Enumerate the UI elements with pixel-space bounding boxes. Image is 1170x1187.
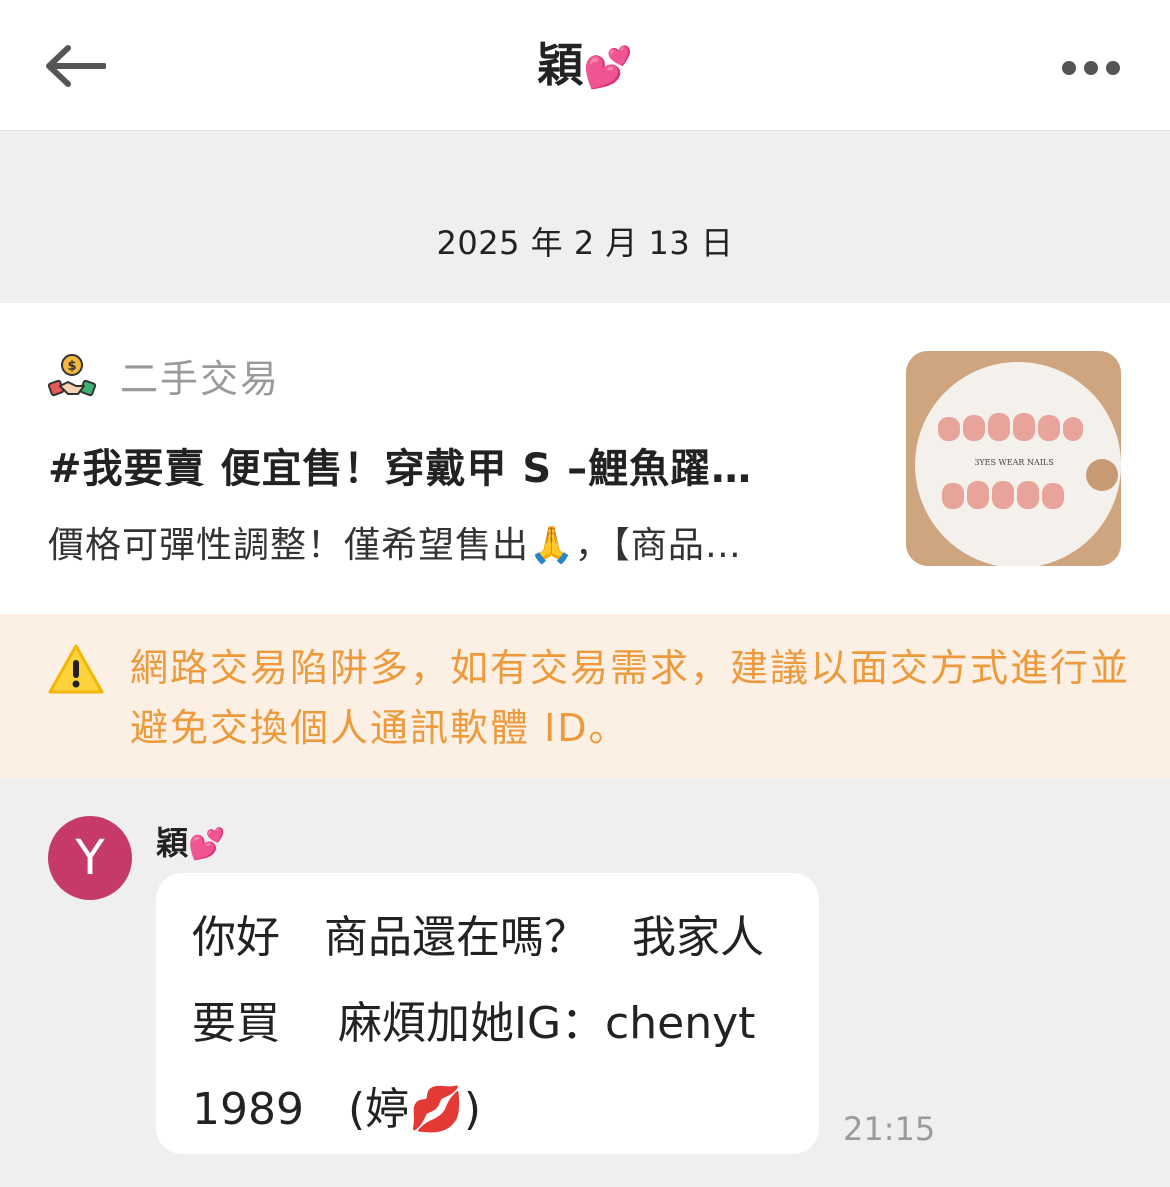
more-options-button[interactable] — [1056, 48, 1126, 88]
post-excerpt: 價格可彈性調整！僅希望售出🙏，【商品… — [48, 525, 742, 566]
back-button[interactable] — [40, 38, 110, 94]
sender-avatar[interactable]: Y — [48, 816, 132, 900]
date-band — [0, 131, 1170, 303]
message-bubble[interactable]: 你好 商品還在嗎？ 我家人要買 麻煩加她IG：chenyt1989 (婷💋) — [156, 873, 819, 1154]
sender-name: 穎💕 — [156, 818, 225, 864]
post-thumbnail[interactable]: 3YES WEAR NAILS — [906, 351, 1121, 566]
top-bar: 穎💕 — [0, 0, 1170, 131]
post-category: $ 二手交易 — [48, 348, 280, 403]
more-horizontal-icon — [1062, 61, 1120, 75]
thumbnail-brand-text: 3YES WEAR NAILS — [974, 458, 1053, 467]
nails-product-image: 3YES WEAR NAILS — [906, 351, 1121, 566]
two-hearts-icon: 💕 — [188, 827, 226, 862]
svg-text:$: $ — [67, 359, 76, 374]
date-separator: 2025 年 2 月 13 日 — [436, 224, 734, 262]
category-label: 二手交易 — [120, 357, 281, 401]
avatar-letter: Y — [75, 830, 105, 886]
sender-name-text: 穎 — [156, 824, 189, 862]
chat-title: 穎💕 — [0, 30, 1170, 103]
two-hearts-icon: 💕 — [583, 45, 633, 91]
chat-title-text: 穎 — [537, 38, 584, 92]
warning-text: 網路交易陷阱多，如有交易需求，建議以面交方式進行並避免交換個人通訊軟體 ID。 — [130, 646, 1131, 750]
arrow-left-icon — [46, 45, 106, 87]
message-time: 21:15 — [843, 1110, 936, 1148]
handshake-money-icon: $ — [48, 353, 96, 396]
warning-icon — [48, 644, 104, 694]
post-title[interactable]: #我要賣 便宜售！穿戴甲 S –鯉魚躍… — [48, 436, 868, 494]
